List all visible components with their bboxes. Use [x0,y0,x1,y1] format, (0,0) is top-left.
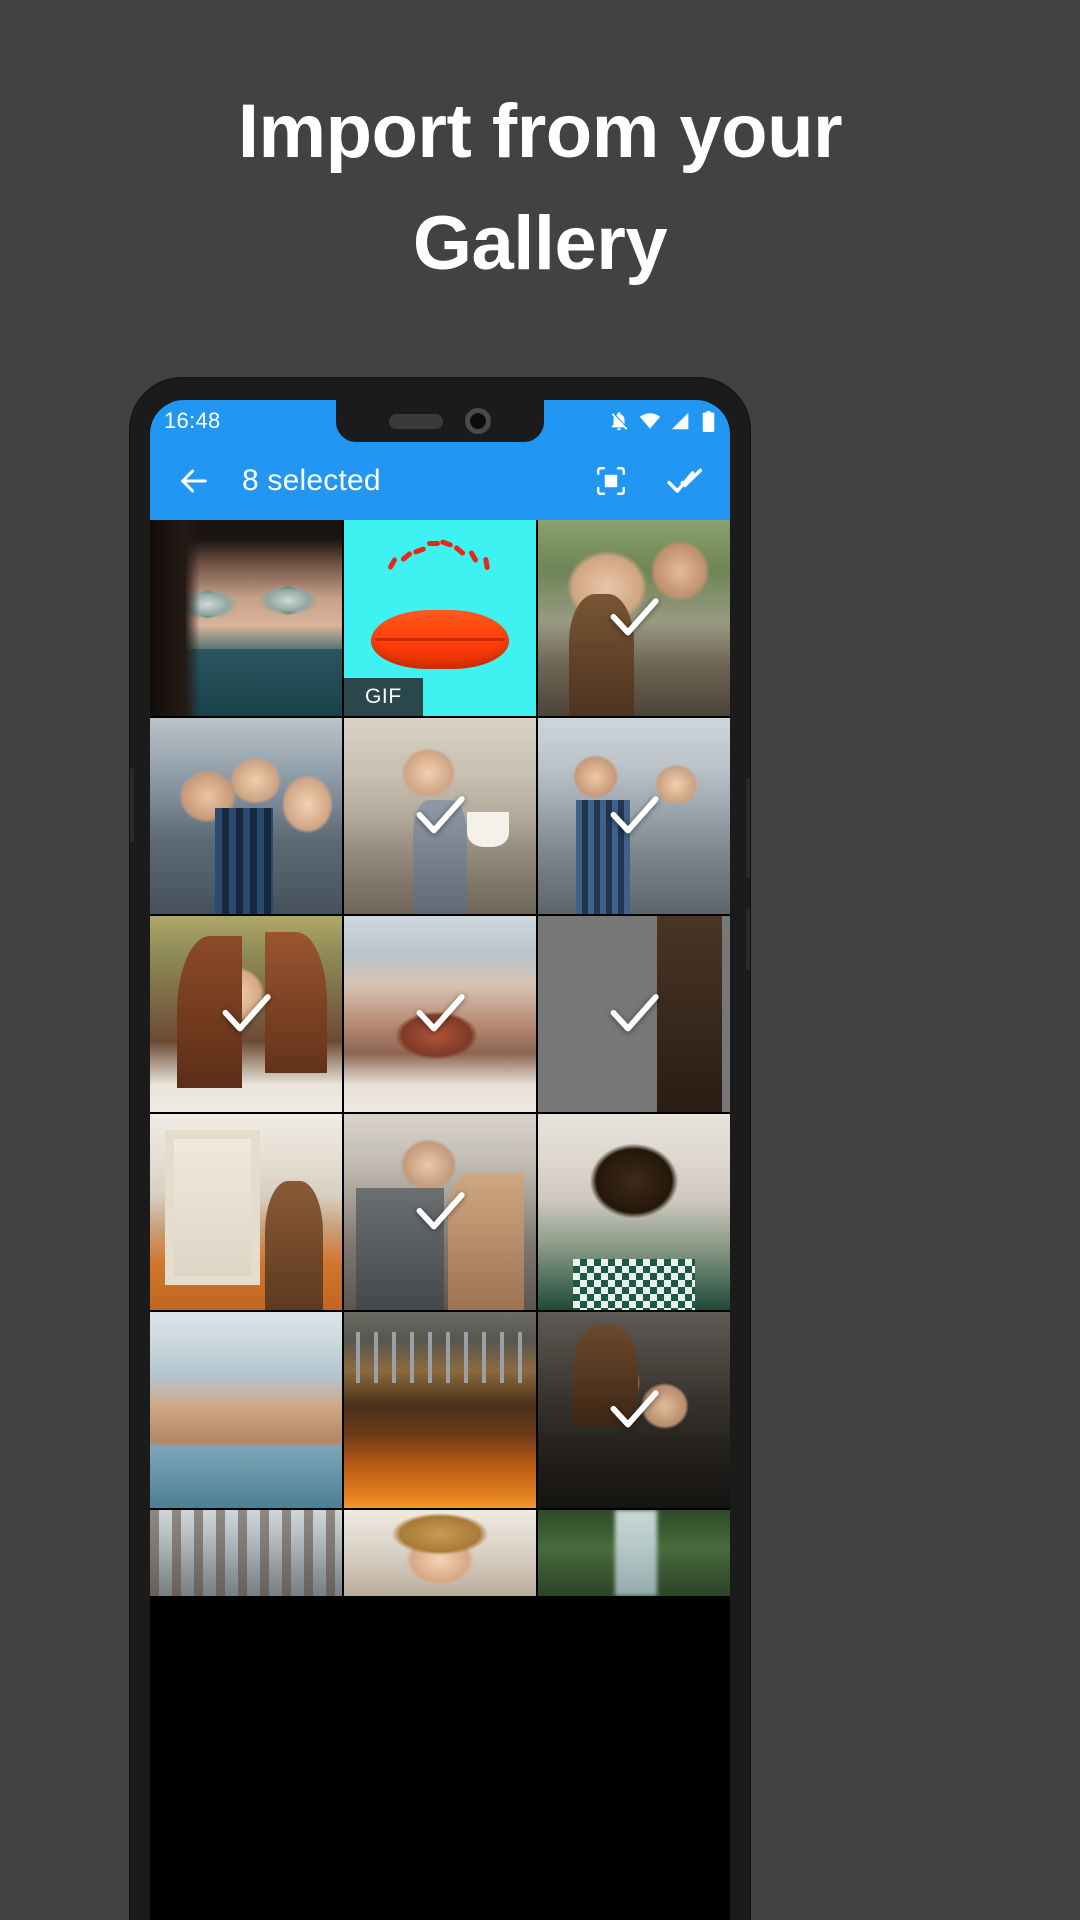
selected-check-icon [416,796,465,834]
photo-couple-embrace[interactable] [538,916,730,1112]
selection-toolbar: 8 selected [150,442,730,520]
selected-check-icon [610,598,659,636]
selection-count-title: 8 selected [242,464,381,497]
photo-thumbnail [150,1312,342,1508]
promo-screenshot: Import from your Gallery 16:48 8 selecte… [0,0,1080,1920]
selected-check-icon [610,1390,659,1428]
photo-gif-lips[interactable]: GIF [344,520,536,716]
photo-thumbnail [344,1312,536,1508]
burst-ray [453,544,467,557]
burst-ray [387,556,399,571]
burst-ray [439,538,454,549]
selected-check-icon [610,796,659,834]
gallery-grid: GIF [150,520,730,1596]
back-arrow-icon[interactable] [172,459,216,503]
photo-couple-kissing[interactable] [344,1114,536,1310]
status-time: 16:48 [164,408,221,433]
photo-thumbnail [344,1510,536,1596]
wifi-icon [639,413,661,429]
selected-check-icon [610,994,659,1032]
signal-icon [671,412,689,430]
selected-check-icon [416,994,465,1032]
battery-icon [702,410,715,432]
photo-thumbnail [150,718,342,914]
burst-ray [467,549,479,564]
photo-red-hair-portrait[interactable] [150,916,342,1112]
burst-ray [412,545,427,555]
photo-blonde-woman[interactable] [344,1510,536,1596]
photo-two-women-laughing[interactable] [538,520,730,716]
photo-thumbnail [538,1510,730,1596]
gif-badge: GIF [344,678,423,716]
selected-check-icon [416,1192,465,1230]
burst-ray [399,550,413,563]
photo-woman-cafe-coffee[interactable] [344,718,536,914]
phone-notch [336,400,544,442]
photo-thumbnail [150,520,342,716]
volume-button [746,778,750,878]
photo-women-in-pool[interactable] [150,1312,342,1508]
photo-woman-mirror[interactable] [150,1114,342,1310]
photo-curly-hair-smiling[interactable] [538,1114,730,1310]
power-button [746,908,750,970]
photo-thumbnail [538,1114,730,1310]
photo-couple-embrace-dark[interactable] [538,1312,730,1508]
page-title: Import from your Gallery [237,89,843,287]
notifications-off-icon [611,412,628,431]
photo-bedroom-scene[interactable] [344,916,536,1112]
assistant-button [130,768,134,842]
photo-crowd[interactable] [150,1510,342,1596]
photo-waterfall-forest[interactable] [538,1510,730,1596]
burst-ray [483,556,491,571]
photo-thumbnail [150,1114,342,1310]
phone-mockup: 16:48 8 selected GIF [130,378,750,1920]
front-camera-icon [465,408,491,434]
photo-thumbnail [150,1510,342,1596]
burst-ray [426,540,440,546]
photo-couple-hugging[interactable] [150,718,342,914]
lips-line [374,637,506,641]
phone-screen: 16:48 8 selected GIF [150,400,730,1920]
photo-bbq-grill[interactable] [344,1312,536,1508]
toolbar-actions [590,460,708,502]
earpiece-speaker [389,413,443,429]
select-all-icon[interactable] [590,460,632,502]
photo-couple-street[interactable] [538,718,730,914]
confirm-check-icon[interactable] [666,460,708,502]
photo-eyes-closeup[interactable] [150,520,342,716]
selected-check-icon [222,994,271,1032]
status-icons [608,410,716,433]
